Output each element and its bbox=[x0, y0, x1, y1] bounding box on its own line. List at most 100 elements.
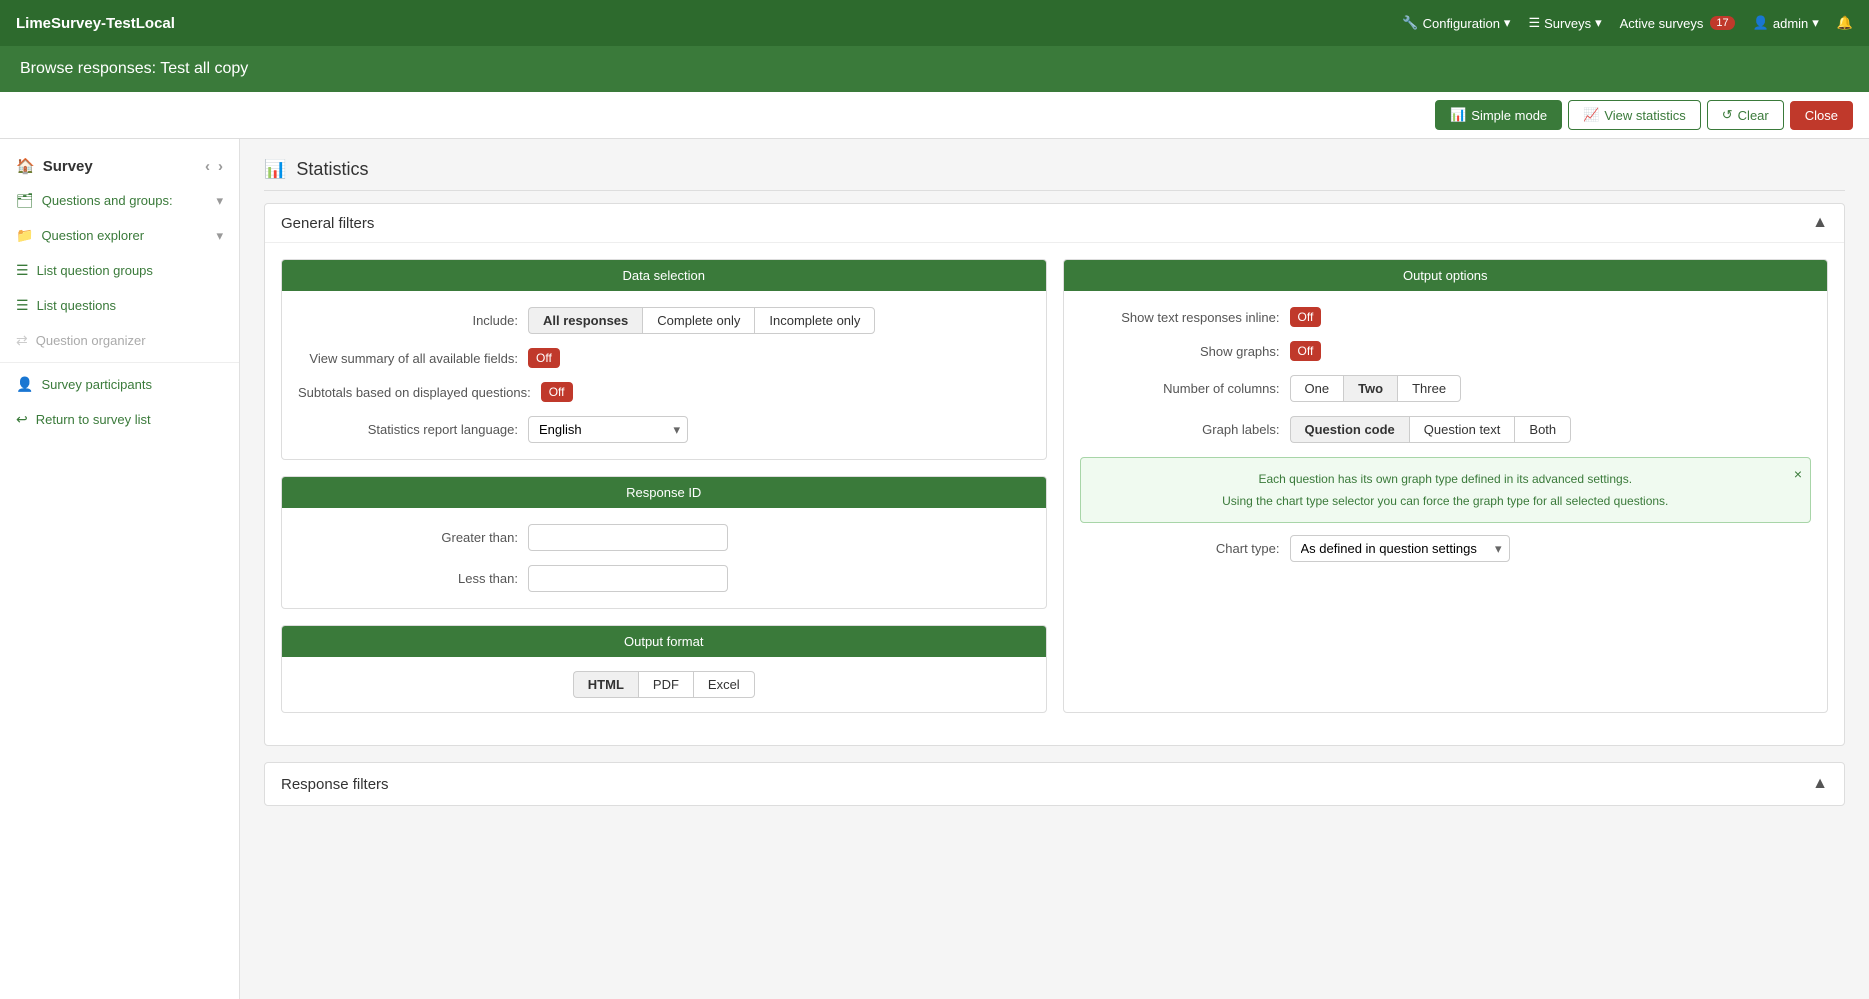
nav-bell[interactable]: 🔔 bbox=[1837, 15, 1853, 31]
output-options-header: Output options bbox=[1064, 260, 1828, 291]
col-three-button[interactable]: Three bbox=[1397, 375, 1461, 402]
response-filters-collapse-button[interactable]: ▲ bbox=[1812, 775, 1828, 793]
output-format-body: HTML PDF Excel bbox=[282, 657, 1046, 712]
info-text-line1: Each question has its own graph type def… bbox=[1095, 470, 1797, 488]
pdf-button[interactable]: PDF bbox=[638, 671, 693, 698]
toolbar: 📊 Simple mode 📈 View statistics ↺ Clear … bbox=[0, 92, 1869, 139]
left-column: Data selection Include: All responses Co… bbox=[281, 259, 1047, 713]
sidebar-item-question-explorer[interactable]: 📁 Question explorer ▾ bbox=[0, 218, 239, 253]
include-btn-group: All responses Complete only Incomplete o… bbox=[528, 307, 875, 334]
view-summary-row: View summary of all available fields: Of… bbox=[298, 348, 1030, 368]
less-than-label: Less than: bbox=[298, 571, 518, 586]
nav-active-surveys[interactable]: Active surveys 17 bbox=[1620, 16, 1735, 31]
home-icon: 🏠 bbox=[16, 157, 35, 175]
show-graphs-label: Show graphs: bbox=[1080, 344, 1280, 359]
graph-labels-btn-group: Question code Question text Both bbox=[1290, 416, 1572, 443]
simple-mode-button[interactable]: 📊 Simple mode bbox=[1435, 100, 1562, 130]
output-options-card: Output options Show text responses inlin… bbox=[1063, 259, 1829, 713]
nav-admin[interactable]: 👤 admin ▾ bbox=[1753, 15, 1819, 31]
stats-icon: 📈 bbox=[1583, 107, 1599, 123]
language-row: Statistics report language: English Fren… bbox=[298, 416, 1030, 443]
num-columns-btn-group: One Two Three bbox=[1290, 375, 1462, 402]
response-id-body: Greater than: Less than: bbox=[282, 508, 1046, 608]
include-label: Include: bbox=[298, 313, 518, 328]
wrench-icon: 🔧 bbox=[1402, 15, 1418, 31]
show-graphs-toggle[interactable]: Off bbox=[1290, 341, 1322, 361]
view-summary-toggle[interactable]: Off bbox=[528, 348, 560, 368]
chart-type-row: Chart type: As defined in question setti… bbox=[1080, 535, 1812, 562]
response-id-header: Response ID bbox=[282, 477, 1046, 508]
col-two-button[interactable]: Two bbox=[1343, 375, 1397, 402]
sidebar: 🏠 Survey ‹ › 🗂 Questions and groups: ▾ 📁… bbox=[0, 139, 240, 999]
language-select-wrapper: English French German Spanish bbox=[528, 416, 688, 443]
general-filters-body: Data selection Include: All responses Co… bbox=[265, 243, 1844, 745]
incomplete-only-button[interactable]: Incomplete only bbox=[754, 307, 875, 334]
chevron-down-icon: ▾ bbox=[1595, 15, 1602, 31]
info-text-line2: Using the chart type selector you can fo… bbox=[1095, 492, 1797, 510]
general-filters-collapse-button[interactable]: ▲ bbox=[1812, 214, 1828, 232]
bar-chart-icon: 📊 bbox=[264, 159, 286, 180]
active-surveys-badge: 17 bbox=[1710, 16, 1734, 30]
general-filters-section: General filters ▲ Data selection Include… bbox=[264, 203, 1845, 746]
return-icon: ↩ bbox=[16, 411, 28, 428]
graph-labels-row: Graph labels: Question code Question tex… bbox=[1080, 416, 1812, 443]
user-icon: 👤 bbox=[1753, 15, 1769, 31]
show-text-inline-toggle[interactable]: Off bbox=[1290, 307, 1322, 327]
main-layout: 🏠 Survey ‹ › 🗂 Questions and groups: ▾ 📁… bbox=[0, 139, 1869, 999]
statistics-header: 📊 Statistics bbox=[264, 159, 1845, 191]
complete-only-button[interactable]: Complete only bbox=[642, 307, 754, 334]
less-than-input[interactable] bbox=[528, 565, 728, 592]
organizer-icon: ⇄ bbox=[16, 332, 28, 349]
view-statistics-button[interactable]: 📈 View statistics bbox=[1568, 100, 1701, 130]
col-one-button[interactable]: One bbox=[1290, 375, 1344, 402]
sidebar-item-questions-groups[interactable]: 🗂 Questions and groups: ▾ bbox=[0, 183, 239, 218]
excel-button[interactable]: Excel bbox=[693, 671, 755, 698]
sidebar-item-survey-participants[interactable]: 👤 Survey participants bbox=[0, 367, 239, 402]
sidebar-item-question-organizer: ⇄ Question organizer bbox=[0, 323, 239, 358]
chart-info-box: × Each question has its own graph type d… bbox=[1080, 457, 1812, 523]
question-code-button[interactable]: Question code bbox=[1290, 416, 1409, 443]
both-button[interactable]: Both bbox=[1514, 416, 1571, 443]
html-button[interactable]: HTML bbox=[573, 671, 638, 698]
chevron-left-icon[interactable]: ‹ bbox=[205, 158, 210, 175]
output-options-body: Show text responses inline: Off Show gra… bbox=[1064, 291, 1828, 578]
bell-icon: 🔔 bbox=[1837, 15, 1853, 31]
chevron-down-icon: ▾ bbox=[216, 193, 223, 209]
close-info-button[interactable]: × bbox=[1794, 464, 1802, 485]
subtotals-label: Subtotals based on displayed questions: bbox=[298, 385, 531, 400]
view-summary-label: View summary of all available fields: bbox=[298, 351, 518, 366]
nav-configuration[interactable]: 🔧 Configuration ▾ bbox=[1402, 15, 1510, 31]
refresh-icon: ↺ bbox=[1722, 107, 1733, 123]
sidebar-divider bbox=[0, 362, 239, 363]
language-select[interactable]: English French German Spanish bbox=[528, 416, 688, 443]
question-text-button[interactable]: Question text bbox=[1409, 416, 1515, 443]
greater-than-input[interactable] bbox=[528, 524, 728, 551]
data-selection-card: Data selection Include: All responses Co… bbox=[281, 259, 1047, 460]
sidebar-item-list-question-groups[interactable]: ☰ List question groups bbox=[0, 253, 239, 288]
response-filters-title: Response filters bbox=[281, 776, 389, 793]
show-graphs-row: Show graphs: Off bbox=[1080, 341, 1812, 361]
nav-surveys[interactable]: ☰ Surveys ▾ bbox=[1528, 15, 1601, 31]
num-columns-row: Number of columns: One Two Three bbox=[1080, 375, 1812, 402]
sidebar-survey-label: Survey bbox=[43, 158, 93, 175]
output-format-card: Output format HTML PDF Excel bbox=[281, 625, 1047, 713]
response-filters-section: Response filters ▲ bbox=[264, 762, 1845, 806]
sidebar-item-list-questions[interactable]: ☰ List questions bbox=[0, 288, 239, 323]
greater-than-row: Greater than: bbox=[298, 524, 1030, 551]
language-label: Statistics report language: bbox=[298, 422, 518, 437]
close-button[interactable]: Close bbox=[1790, 101, 1853, 130]
chart-type-select[interactable]: As defined in question settings Bar char… bbox=[1290, 535, 1510, 562]
list-icon: ☰ bbox=[16, 262, 29, 279]
all-responses-button[interactable]: All responses bbox=[528, 307, 642, 334]
clear-button[interactable]: ↺ Clear bbox=[1707, 100, 1784, 130]
subtotals-toggle[interactable]: Off bbox=[541, 382, 573, 402]
sidebar-item-return-to-survey-list[interactable]: ↩ Return to survey list bbox=[0, 402, 239, 437]
chevron-down-icon: ▾ bbox=[1812, 15, 1819, 31]
layers-icon: 🗂 bbox=[16, 192, 34, 209]
less-than-row: Less than: bbox=[298, 565, 1030, 592]
num-columns-label: Number of columns: bbox=[1080, 381, 1280, 396]
chevron-right-icon[interactable]: › bbox=[218, 158, 223, 175]
response-filters-title-bar: Response filters ▲ bbox=[265, 763, 1844, 805]
chevron-down-icon: ▾ bbox=[216, 228, 223, 244]
chart-type-select-wrapper: As defined in question settings Bar char… bbox=[1290, 535, 1510, 562]
